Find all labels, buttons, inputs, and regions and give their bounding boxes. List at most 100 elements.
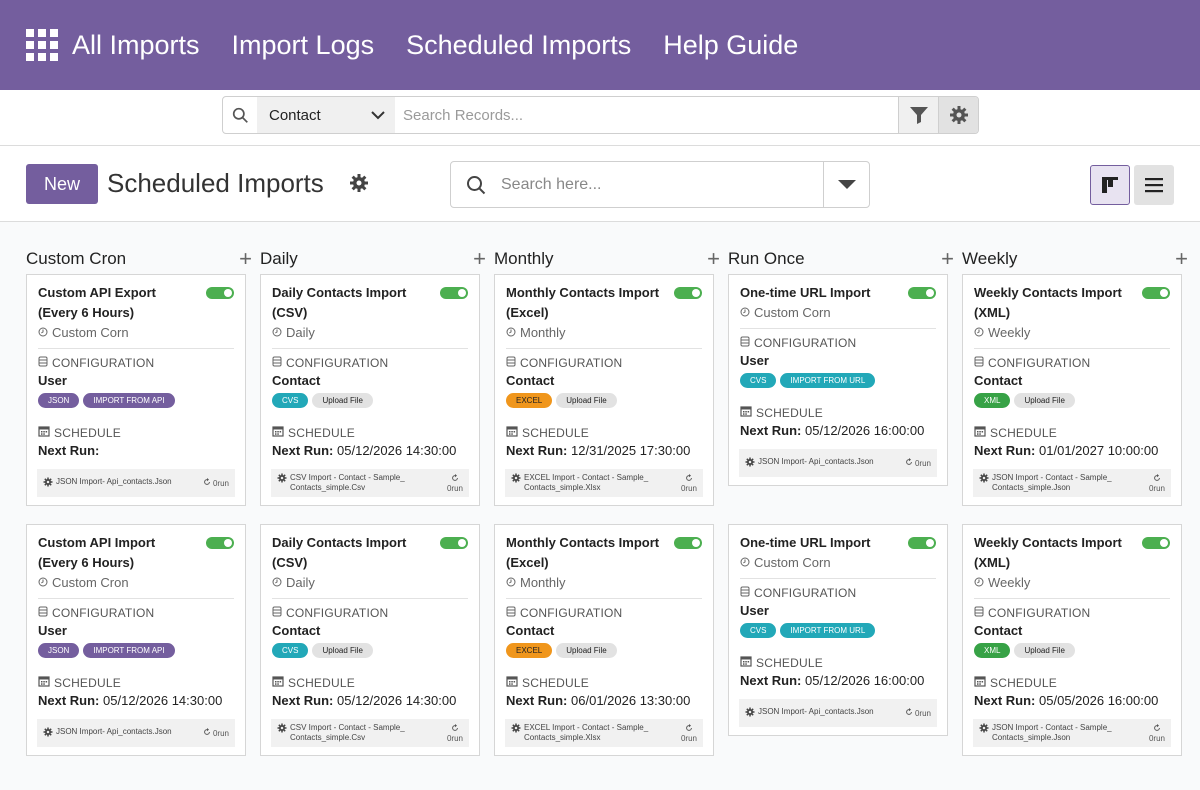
- control-panel: New Scheduled Imports: [0, 146, 1200, 222]
- kanban-card[interactable]: Weekly Contacts Import (XML) Weekly CONFIG…: [962, 274, 1182, 506]
- nav-all-imports[interactable]: All Imports: [72, 30, 200, 61]
- run-count: 0run: [446, 723, 463, 743]
- add-record-icon[interactable]: +: [1175, 248, 1188, 270]
- schedule-label: SCHEDULE: [272, 675, 468, 691]
- new-button[interactable]: New: [26, 164, 98, 204]
- model-name: Contact: [272, 623, 321, 638]
- records-search-input[interactable]: [395, 97, 898, 133]
- column-title: Daily: [260, 249, 298, 268]
- add-record-icon[interactable]: +: [473, 248, 486, 270]
- kanban-card[interactable]: Custom API Import (Every 6 Hours) Custom …: [26, 524, 246, 756]
- active-toggle[interactable]: [206, 537, 234, 549]
- divider: [740, 328, 936, 329]
- next-run: Next Run: 06/01/2026 13:30:00: [506, 691, 702, 711]
- import-file-name: JSON Import- Api_contacts.Json: [56, 476, 172, 486]
- search-input[interactable]: [501, 175, 823, 194]
- model-name: Contact: [272, 373, 321, 388]
- model-name: Contact: [506, 373, 555, 388]
- active-toggle[interactable]: [1142, 287, 1170, 299]
- nav-help-guide[interactable]: Help Guide: [663, 30, 798, 61]
- card-title: Weekly Contacts Import (XML): [974, 535, 1122, 570]
- calendar-icon: [974, 675, 986, 691]
- frequency-label: Monthly: [520, 575, 566, 590]
- kanban-card[interactable]: Monthly Contacts Import (Excel) Monthly CO…: [494, 274, 714, 506]
- divider: [506, 598, 702, 599]
- import-file: CSV Import - Contact - Sample_ Contacts_…: [277, 723, 440, 743]
- run-count-label: 0run: [446, 733, 463, 743]
- kanban-card[interactable]: Monthly Contacts Import (Excel) Monthly CO…: [494, 524, 714, 756]
- configuration-text: CONFIGURATION: [52, 606, 155, 620]
- card-footer: JSON Import- Api_contacts.Json 0run: [37, 469, 235, 497]
- settings-button[interactable]: [938, 97, 978, 133]
- configuration-label: CONFIGURATION: [506, 355, 702, 371]
- title-gear-icon[interactable]: [349, 173, 369, 198]
- active-toggle[interactable]: [1142, 537, 1170, 549]
- nav-import-logs[interactable]: Import Logs: [232, 30, 375, 61]
- divider: [272, 348, 468, 349]
- apps-grid-icon[interactable]: [26, 29, 58, 61]
- run-count-label: 0run: [212, 728, 229, 738]
- clock-icon: [506, 573, 516, 593]
- import-source-badge: Upload File: [556, 643, 617, 658]
- gear-icon: [43, 727, 53, 740]
- next-run-label: Next Run:: [38, 693, 100, 708]
- kanban-card[interactable]: Custom API Export (Every 6 Hours) Custom …: [26, 274, 246, 506]
- model-select[interactable]: Contact: [257, 97, 395, 133]
- configuration-text: CONFIGURATION: [286, 356, 389, 370]
- frequency: Custom Corn: [740, 303, 936, 323]
- run-count: 0run: [681, 723, 697, 743]
- file-type-badge: CVS: [740, 373, 777, 388]
- frequency: Daily: [272, 323, 468, 343]
- refresh-icon: [1153, 473, 1161, 484]
- import-file: JSON Import- Api_contacts.Json: [745, 707, 874, 720]
- kanban-card[interactable]: One-time URL Import Custom Corn CONFIGURAT…: [728, 524, 948, 736]
- configuration-text: CONFIGURATION: [988, 606, 1091, 620]
- clock-icon: [38, 573, 48, 593]
- gear-icon: [43, 477, 53, 490]
- filter-button[interactable]: [898, 97, 938, 133]
- nav-scheduled-imports[interactable]: Scheduled Imports: [406, 30, 631, 61]
- kanban-card[interactable]: Weekly Contacts Import (XML) Weekly CONFIG…: [962, 524, 1182, 756]
- import-file-name: JSON Import - Contact - Sample_ Contacts…: [992, 473, 1112, 492]
- file-type-badge: CVS: [272, 643, 309, 658]
- import-source-badge: Upload File: [556, 393, 617, 408]
- top-navbar: All Imports Import Logs Scheduled Import…: [0, 0, 1200, 90]
- active-toggle[interactable]: [674, 537, 702, 549]
- search-options-toggle[interactable]: [823, 162, 869, 207]
- add-record-icon[interactable]: +: [239, 248, 252, 270]
- frequency-label: Custom Corn: [754, 305, 831, 320]
- next-run-value: 05/12/2026 16:00:00: [805, 673, 925, 688]
- active-toggle[interactable]: [206, 287, 234, 299]
- run-count-label: 0run: [446, 483, 463, 493]
- active-toggle[interactable]: [440, 537, 468, 549]
- kanban-card[interactable]: Daily Contacts Import (CSV) Daily CONFIGUR…: [260, 524, 480, 756]
- list-view-button[interactable]: [1134, 165, 1174, 205]
- database-icon: [974, 355, 984, 371]
- schedule-label: SCHEDULE: [740, 655, 936, 671]
- kanban-card[interactable]: Daily Contacts Import (CSV) Daily CONFIGUR…: [260, 274, 480, 506]
- active-toggle[interactable]: [908, 287, 936, 299]
- next-run: Next Run: 05/12/2026 14:30:00: [272, 441, 468, 461]
- kanban-card[interactable]: One-time URL Import Custom Corn CONFIGURAT…: [728, 274, 948, 486]
- card-title: Custom API Import (Every 6 Hours): [38, 535, 156, 570]
- configuration-text: CONFIGURATION: [286, 606, 389, 620]
- run-count: 0run: [905, 708, 931, 718]
- next-run-label: Next Run:: [974, 443, 1036, 458]
- gear-icon: [979, 473, 989, 486]
- configuration-label: CONFIGURATION: [272, 605, 468, 621]
- active-toggle[interactable]: [908, 537, 936, 549]
- model-select-value: Contact: [269, 106, 321, 124]
- kanban-view-button[interactable]: [1090, 165, 1130, 205]
- badges: XML Upload File: [974, 643, 1170, 659]
- run-count: 0run: [1149, 473, 1165, 493]
- calendar-icon: [38, 425, 50, 441]
- run-count: 0run: [203, 478, 229, 488]
- chevron-down-icon: [371, 111, 385, 120]
- add-record-icon[interactable]: +: [707, 248, 720, 270]
- add-record-icon[interactable]: +: [941, 248, 954, 270]
- model-name: User: [38, 623, 67, 638]
- card-footer: JSON Import - Contact - Sample_ Contacts…: [973, 469, 1171, 497]
- active-toggle[interactable]: [674, 287, 702, 299]
- active-toggle[interactable]: [440, 287, 468, 299]
- kanban-column: Custom Cron +: [26, 244, 252, 274]
